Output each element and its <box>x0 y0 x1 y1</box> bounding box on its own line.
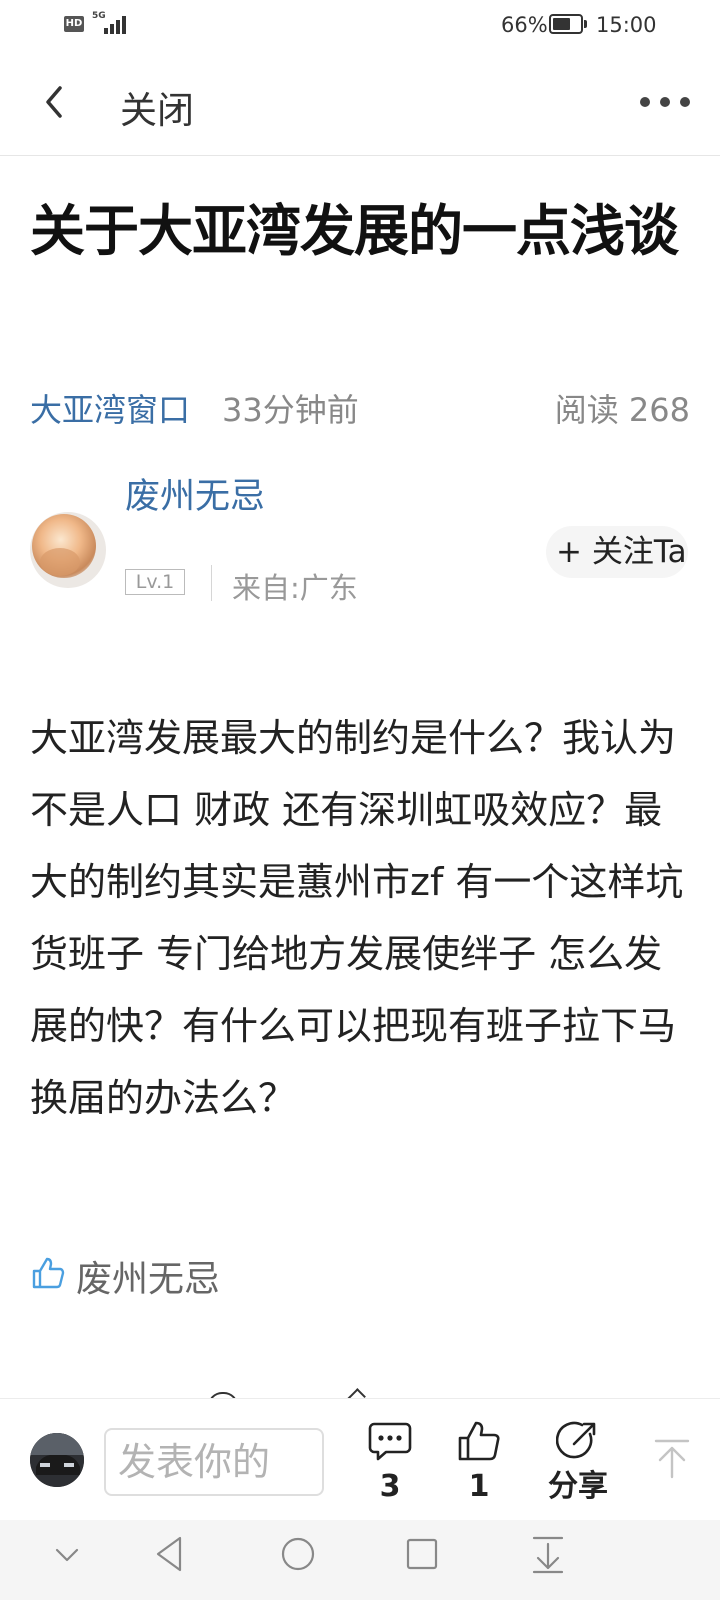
hd-badge: HD <box>64 16 84 32</box>
user-avatar[interactable] <box>30 1433 84 1487</box>
comment-icon <box>368 1422 412 1461</box>
header-divider <box>0 155 720 156</box>
home-circle-icon[interactable] <box>278 1534 318 1574</box>
chevron-left-icon[interactable] <box>36 82 76 122</box>
author-name[interactable]: 废州无忌 <box>125 468 265 519</box>
level-badge: Lv.1 <box>125 569 185 595</box>
meta-divider <box>211 565 212 601</box>
article-body: 大亚湾发展最大的制约是什么？我认为不是人口 财政 还有深圳虹吸效应？最大的制约其… <box>30 716 684 1120</box>
thumbs-up-icon[interactable] <box>30 1255 66 1291</box>
recents-square-icon[interactable] <box>404 1536 440 1572</box>
like-button[interactable]: 1 <box>439 1420 519 1506</box>
status-bar: HD 5G 66% 15:00 <box>0 0 720 50</box>
scroll-to-top-icon[interactable] <box>650 1437 694 1481</box>
comment-count: 3 <box>379 1469 401 1504</box>
read-count: 阅读 268 <box>554 391 690 429</box>
share-icon <box>556 1421 596 1459</box>
battery-tip <box>584 20 587 28</box>
share-button[interactable]: 分享 <box>538 1420 618 1506</box>
download-icon[interactable] <box>530 1534 566 1574</box>
like-count: 1 <box>468 1469 490 1504</box>
battery-icon <box>549 14 583 34</box>
more-horizontal-icon[interactable] <box>640 92 692 112</box>
author-avatar[interactable] <box>30 512 106 588</box>
back-triangle-icon[interactable] <box>152 1534 186 1574</box>
comment-button[interactable]: 3 <box>350 1420 430 1506</box>
signal-icon <box>100 14 128 34</box>
battery-percent: 66% <box>501 13 548 37</box>
source-link[interactable]: 大亚湾窗口 <box>30 385 190 431</box>
clock: 15:00 <box>596 13 657 37</box>
close-button[interactable]: 关闭 <box>120 80 194 134</box>
share-label: 分享 <box>548 1469 608 1504</box>
liked-by-user[interactable]: 废州无忌 <box>76 1250 220 1302</box>
thumbs-up-icon <box>458 1421 500 1461</box>
author-location: 来自:广东 <box>232 571 358 605</box>
article-title: 关于大亚湾发展的一点浅谈 <box>30 199 679 263</box>
post-time: 33分钟前 <box>222 391 359 429</box>
follow-button[interactable]: + 关注Ta <box>546 526 688 578</box>
comment-input[interactable] <box>104 1428 324 1496</box>
system-nav-bar <box>0 1520 720 1600</box>
chevron-down-icon[interactable] <box>52 1540 82 1570</box>
